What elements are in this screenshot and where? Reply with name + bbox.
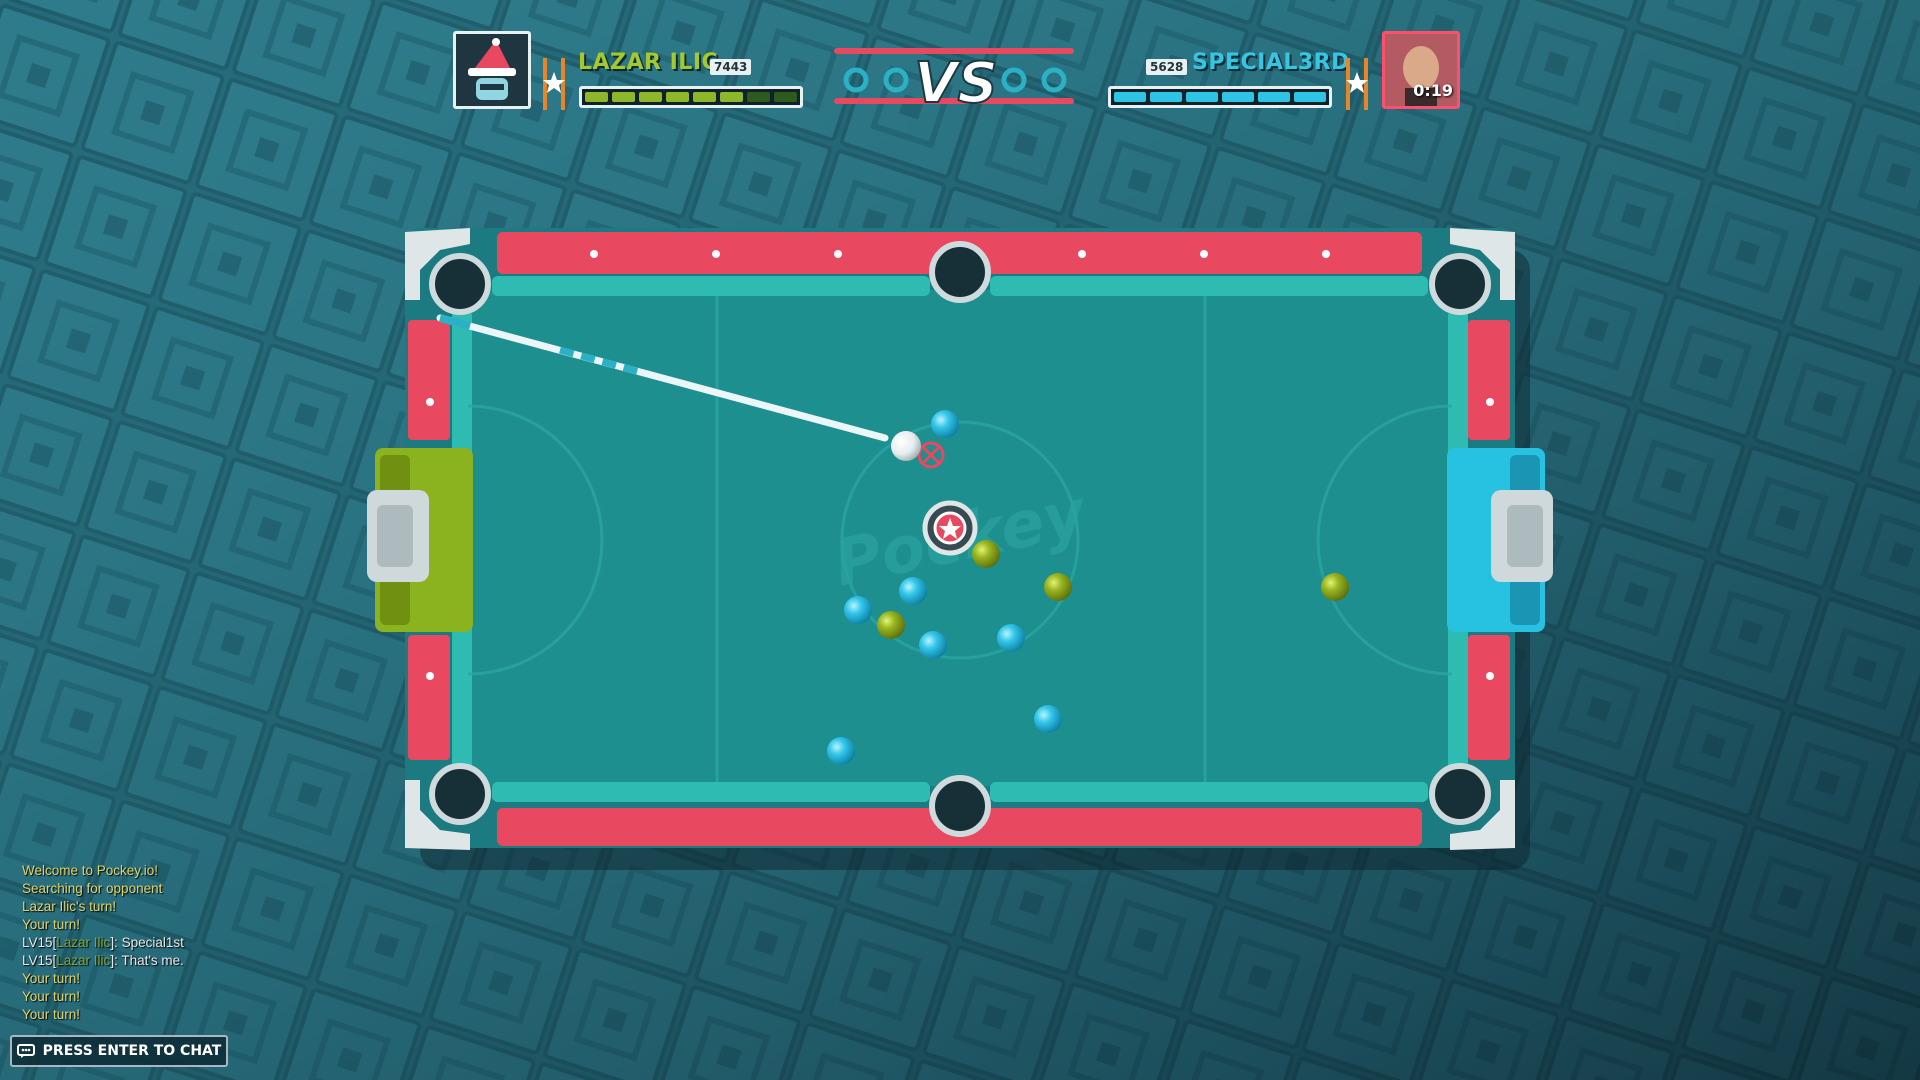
green-ball — [877, 611, 905, 639]
player-left-name: LAZAR ILIC — [578, 50, 719, 75]
pocket-bottom-middle — [929, 775, 991, 837]
blue-ball — [997, 624, 1025, 652]
pocket-top-middle — [929, 241, 991, 303]
vs-logo: VS — [834, 48, 1074, 117]
player-right-score: 5628 — [1146, 59, 1188, 75]
green-ball — [972, 540, 1000, 568]
vs-label: VS — [914, 51, 998, 116]
game-scene: Pockey — [0, 0, 1920, 1080]
chat-username: Lazar Ilic — [56, 953, 111, 968]
pocket-top-right — [1429, 253, 1491, 315]
player-left-health-bar — [579, 86, 803, 108]
green-ball — [1044, 573, 1072, 601]
pocket-bottom-right — [1429, 763, 1491, 825]
blue-ball — [931, 410, 959, 438]
press-enter-to-chat-button[interactable]: PRESS ENTER TO CHAT — [10, 1035, 228, 1067]
chat-line: Your turn! — [22, 917, 81, 932]
chat-line: Searching for opponent — [22, 881, 163, 896]
chat-bubble-icon — [16, 1044, 35, 1058]
chat-username: Lazar Ilic — [56, 935, 111, 950]
blue-ball — [899, 577, 927, 605]
sheriff-star-icon — [543, 58, 565, 110]
pocket-bottom-left — [429, 763, 491, 825]
player-right-avatar: 0:19 — [1382, 31, 1460, 109]
player-right-name: SPECIAL3RD — [1192, 50, 1350, 75]
goal-left — [367, 448, 473, 632]
player-left-rank — [541, 58, 567, 110]
player-right-rank — [1344, 58, 1370, 110]
player-right-health-bar — [1108, 86, 1332, 108]
chat-line: LV15[Lazar Ilic]: That's me. — [22, 953, 184, 968]
cue-ball[interactable] — [891, 431, 921, 461]
round-indicator — [1001, 67, 1027, 93]
turn-timer: 0:19 — [1413, 81, 1453, 100]
player-left-avatar — [453, 31, 531, 109]
chat-line: Your turn! — [22, 989, 81, 1004]
round-indicator — [1041, 67, 1067, 93]
chat-line: Lazar Ilic's turn! — [22, 899, 117, 914]
round-indicator — [843, 67, 869, 93]
green-ball — [1321, 573, 1349, 601]
pool-table: Pockey — [367, 228, 1553, 850]
goal-right — [1447, 448, 1553, 632]
wizard-hat-icon — [456, 34, 528, 106]
blue-ball — [844, 596, 872, 624]
blue-ball — [827, 737, 855, 765]
chat-line: Welcome to Pockey.io! — [22, 863, 159, 878]
blue-ball — [919, 631, 947, 659]
round-indicator — [883, 67, 909, 93]
chat-line: Your turn! — [22, 1007, 81, 1022]
blue-ball — [1034, 705, 1062, 733]
chat-line: Your turn! — [22, 971, 81, 986]
chat-button-label: PRESS ENTER TO CHAT — [42, 1043, 222, 1059]
chat-line: LV15[Lazar Ilic]: Special1st — [22, 935, 184, 950]
pocket-top-left — [429, 253, 491, 315]
player-left-score: 7443 — [710, 59, 752, 75]
sheriff-star-icon — [1346, 58, 1368, 110]
puck — [922, 500, 978, 556]
chat-log: Welcome to Pockey.io! Searching for oppo… — [22, 862, 184, 1024]
